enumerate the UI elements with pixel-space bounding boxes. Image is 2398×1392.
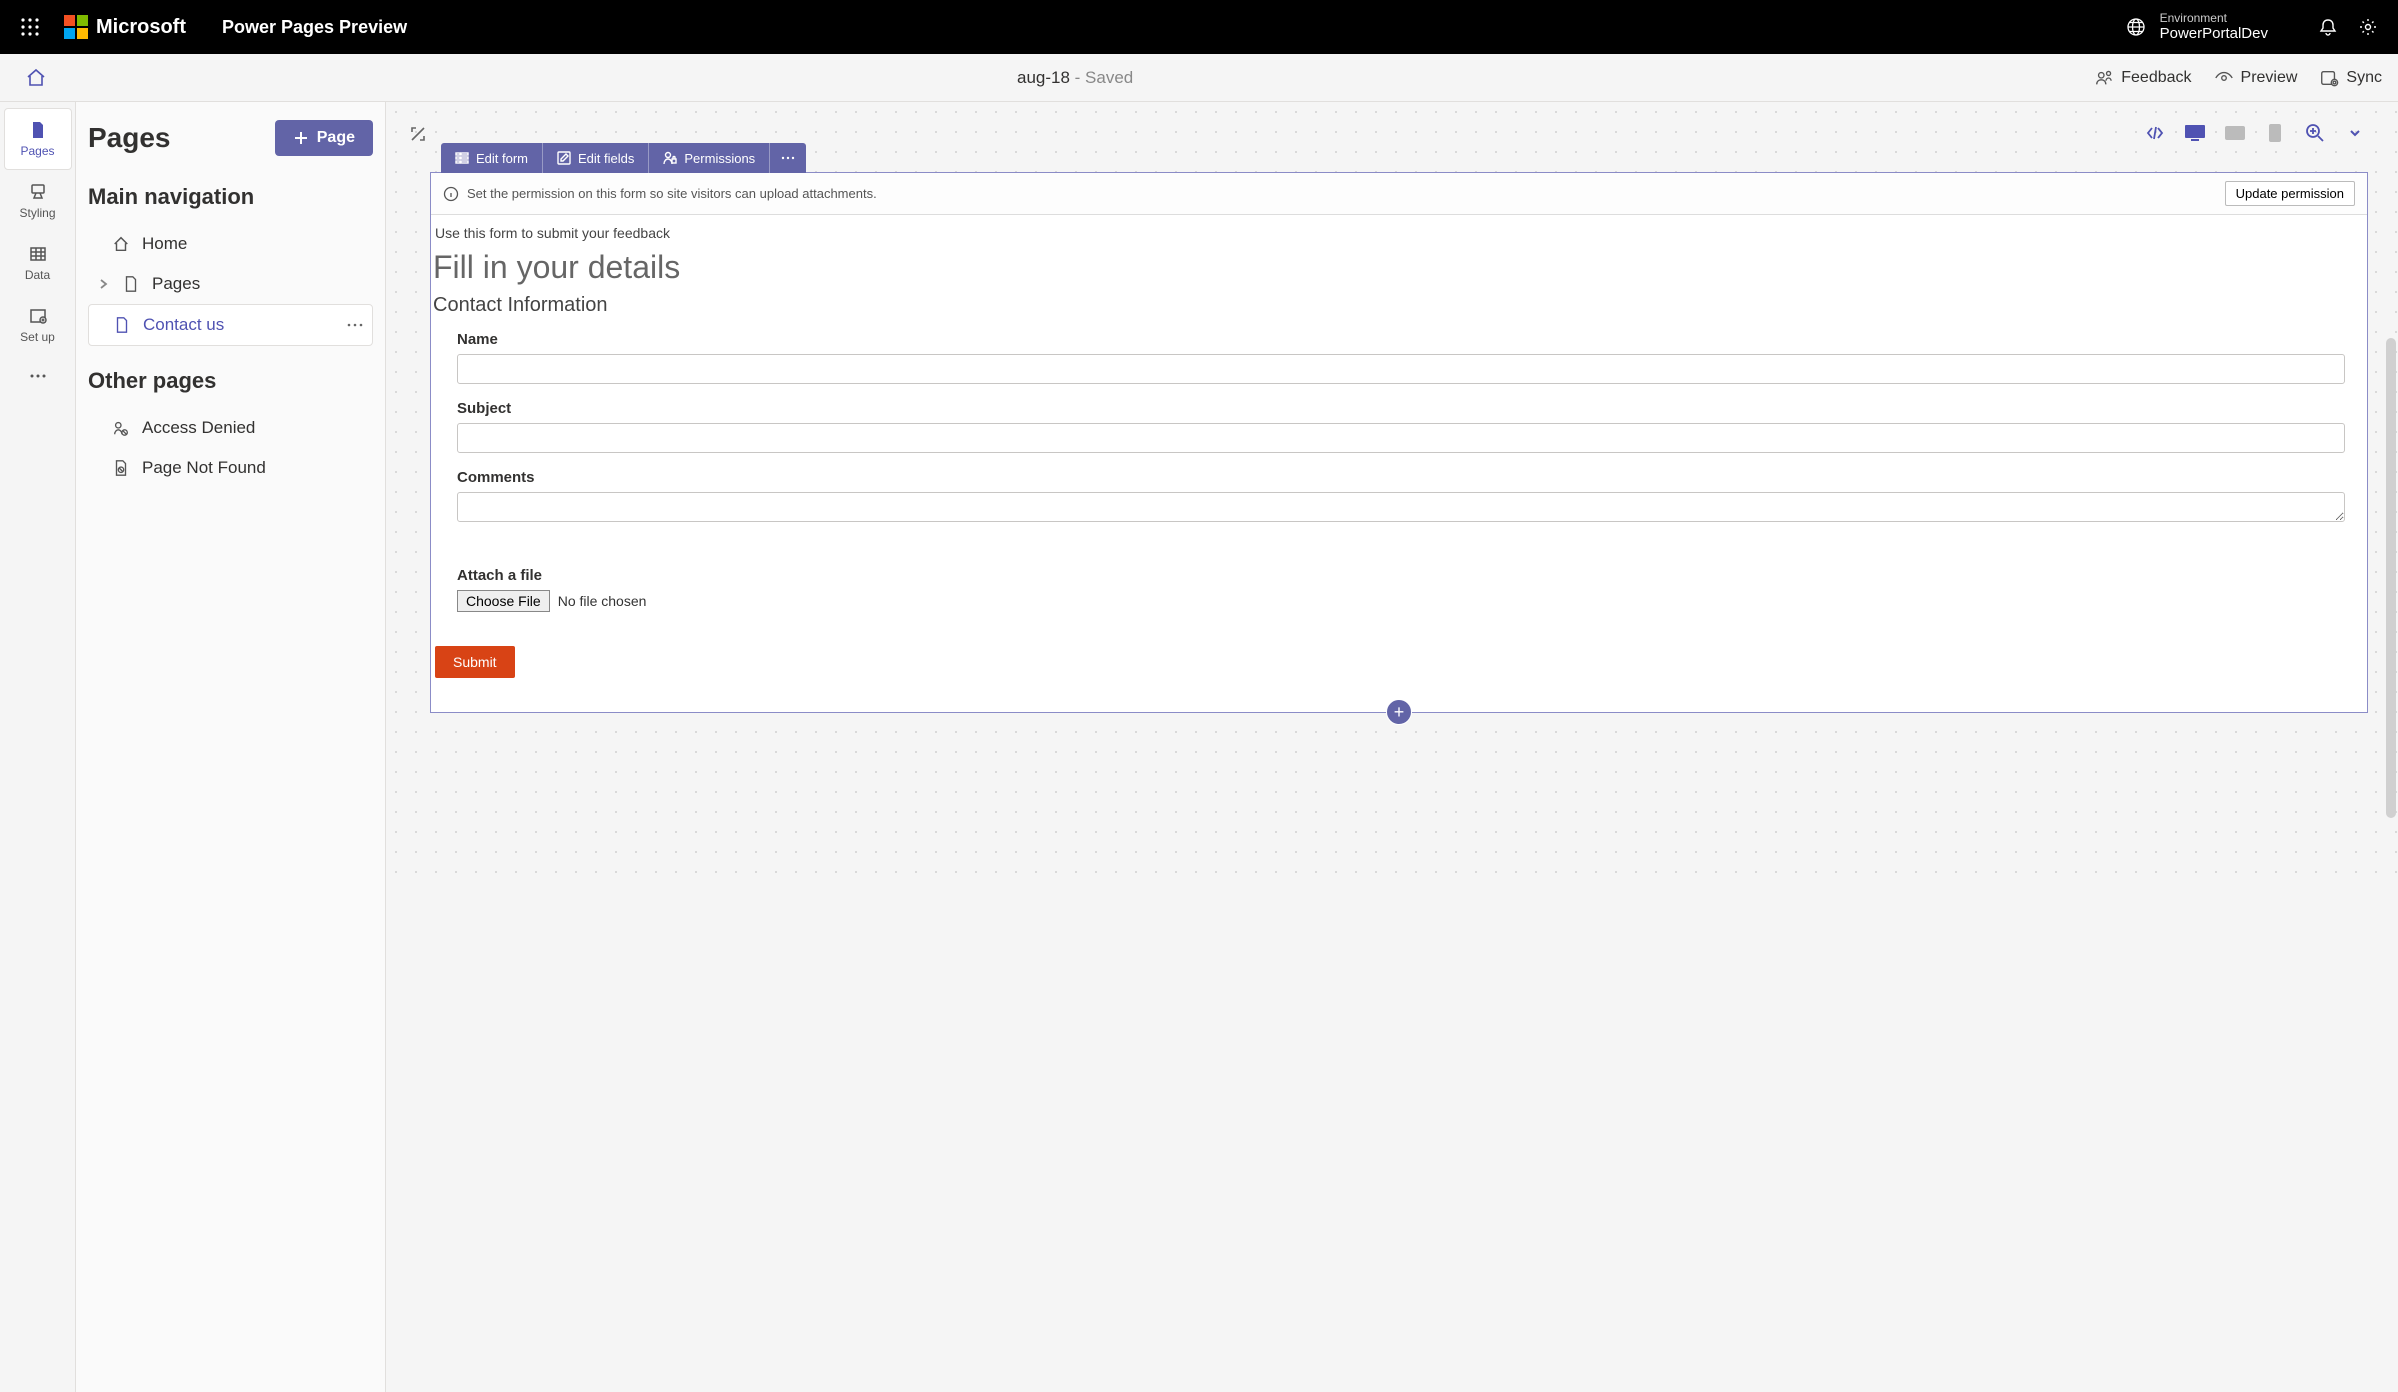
add-section-button[interactable]: + xyxy=(1386,699,1412,725)
edit-form-label: Edit form xyxy=(476,151,528,166)
tablet-portrait-button[interactable] xyxy=(2262,120,2288,146)
file-status: No file chosen xyxy=(558,593,647,609)
name-input[interactable] xyxy=(457,354,2345,384)
form-section-heading: Contact Information xyxy=(431,294,2367,325)
choose-file-button[interactable]: Choose File xyxy=(457,590,550,612)
code-view-button[interactable] xyxy=(2142,120,2168,146)
site-name: aug-18 xyxy=(1017,68,1070,87)
save-status: - Saved xyxy=(1070,68,1133,87)
rail-setup[interactable]: Set up xyxy=(4,294,72,356)
zoom-dropdown-button[interactable] xyxy=(2342,120,2368,146)
globe-icon xyxy=(2126,17,2146,37)
site-status: aug-18 - Saved xyxy=(56,68,2094,88)
subject-input[interactable] xyxy=(457,423,2345,453)
other-pages-heading: Other pages xyxy=(88,368,373,394)
nav-item-home[interactable]: Home xyxy=(88,224,373,264)
notifications-button[interactable] xyxy=(2308,7,2348,47)
canvas-view-toolbar xyxy=(2142,120,2368,146)
microsoft-wordmark: Microsoft xyxy=(96,16,186,39)
environment-label: Environment xyxy=(2160,11,2268,25)
nav-item-access-denied[interactable]: Access Denied xyxy=(88,408,373,448)
resize-handle-icon[interactable] xyxy=(404,120,432,148)
home-button[interactable] xyxy=(16,67,56,89)
scrollbar-vertical[interactable] xyxy=(2386,338,2396,818)
nav-item-contact[interactable]: Contact us xyxy=(88,304,373,346)
canvas-area: Edit form Edit fields Permissions Set t xyxy=(386,102,2398,1392)
sync-label: Sync xyxy=(2346,69,2382,87)
rail-setup-label: Set up xyxy=(20,330,55,344)
preview-button[interactable]: Preview xyxy=(2214,68,2298,88)
permission-notice: Set the permission on this form so site … xyxy=(431,173,2367,215)
global-header: Microsoft Power Pages Preview Environmen… xyxy=(0,0,2398,54)
panel-title: Pages xyxy=(88,122,171,154)
app-launcher-button[interactable] xyxy=(10,7,50,47)
feedback-button[interactable]: Feedback xyxy=(2094,68,2191,88)
submit-button[interactable]: Submit xyxy=(435,646,515,678)
edit-fields-label: Edit fields xyxy=(578,151,634,166)
preview-label: Preview xyxy=(2241,69,2298,87)
toolbar-more-button[interactable] xyxy=(770,143,806,173)
comments-label: Comments xyxy=(457,469,2345,486)
subject-label: Subject xyxy=(457,400,2345,417)
more-icon[interactable] xyxy=(346,322,364,328)
permissions-label: Permissions xyxy=(684,151,755,166)
feedback-label: Feedback xyxy=(2121,69,2191,87)
nav-item-contact-label: Contact us xyxy=(143,315,224,335)
rail-pages[interactable]: Pages xyxy=(4,108,72,170)
nav-item-pages[interactable]: Pages xyxy=(88,264,373,304)
name-label: Name xyxy=(457,331,2345,348)
app-title: Power Pages Preview xyxy=(222,17,407,38)
attach-label: Attach a file xyxy=(457,567,2345,584)
form-component[interactable]: Edit form Edit fields Permissions Set t xyxy=(430,172,2368,713)
info-icon xyxy=(443,186,459,202)
comments-input[interactable] xyxy=(457,492,2345,522)
zoom-in-button[interactable] xyxy=(2302,120,2328,146)
pages-panel: Pages Page Main navigation Home Pages Co… xyxy=(76,102,386,1392)
add-page-label: Page xyxy=(317,129,355,147)
workspace-rail: Pages Styling Data Set up xyxy=(0,102,76,1392)
microsoft-logo: Microsoft xyxy=(64,15,186,39)
form-intro-text: Use this form to submit your feedback xyxy=(431,215,2367,247)
nav-item-pages-label: Pages xyxy=(152,274,200,294)
notice-text: Set the permission on this form so site … xyxy=(467,186,877,201)
nav-item-not-found[interactable]: Page Not Found xyxy=(88,448,373,488)
settings-button[interactable] xyxy=(2348,7,2388,47)
nav-item-not-found-label: Page Not Found xyxy=(142,458,266,478)
rail-styling[interactable]: Styling xyxy=(4,170,72,232)
rail-styling-label: Styling xyxy=(19,206,55,220)
rail-data[interactable]: Data xyxy=(4,232,72,294)
update-permission-button[interactable]: Update permission xyxy=(2225,181,2355,206)
add-page-button[interactable]: Page xyxy=(275,120,373,156)
edit-form-button[interactable]: Edit form xyxy=(441,143,543,173)
nav-item-access-denied-label: Access Denied xyxy=(142,418,255,438)
microsoft-logo-icon xyxy=(64,15,88,39)
permissions-button[interactable]: Permissions xyxy=(649,143,770,173)
rail-more[interactable] xyxy=(4,356,72,396)
rail-data-label: Data xyxy=(25,268,50,282)
form-contextual-toolbar: Edit form Edit fields Permissions xyxy=(441,143,806,173)
tablet-landscape-button[interactable] xyxy=(2222,120,2248,146)
main-nav-heading: Main navigation xyxy=(88,184,373,210)
nav-item-home-label: Home xyxy=(142,234,187,254)
command-bar: aug-18 - Saved Feedback Preview Sync xyxy=(0,54,2398,102)
edit-fields-button[interactable]: Edit fields xyxy=(543,143,649,173)
desktop-view-button[interactable] xyxy=(2182,120,2208,146)
rail-pages-label: Pages xyxy=(20,144,54,158)
environment-name: PowerPortalDev xyxy=(2160,25,2268,43)
environment-picker[interactable]: Environment PowerPortalDev xyxy=(2126,11,2268,43)
sync-button[interactable]: Sync xyxy=(2319,68,2382,88)
form-heading: Fill in your details xyxy=(431,247,2367,294)
